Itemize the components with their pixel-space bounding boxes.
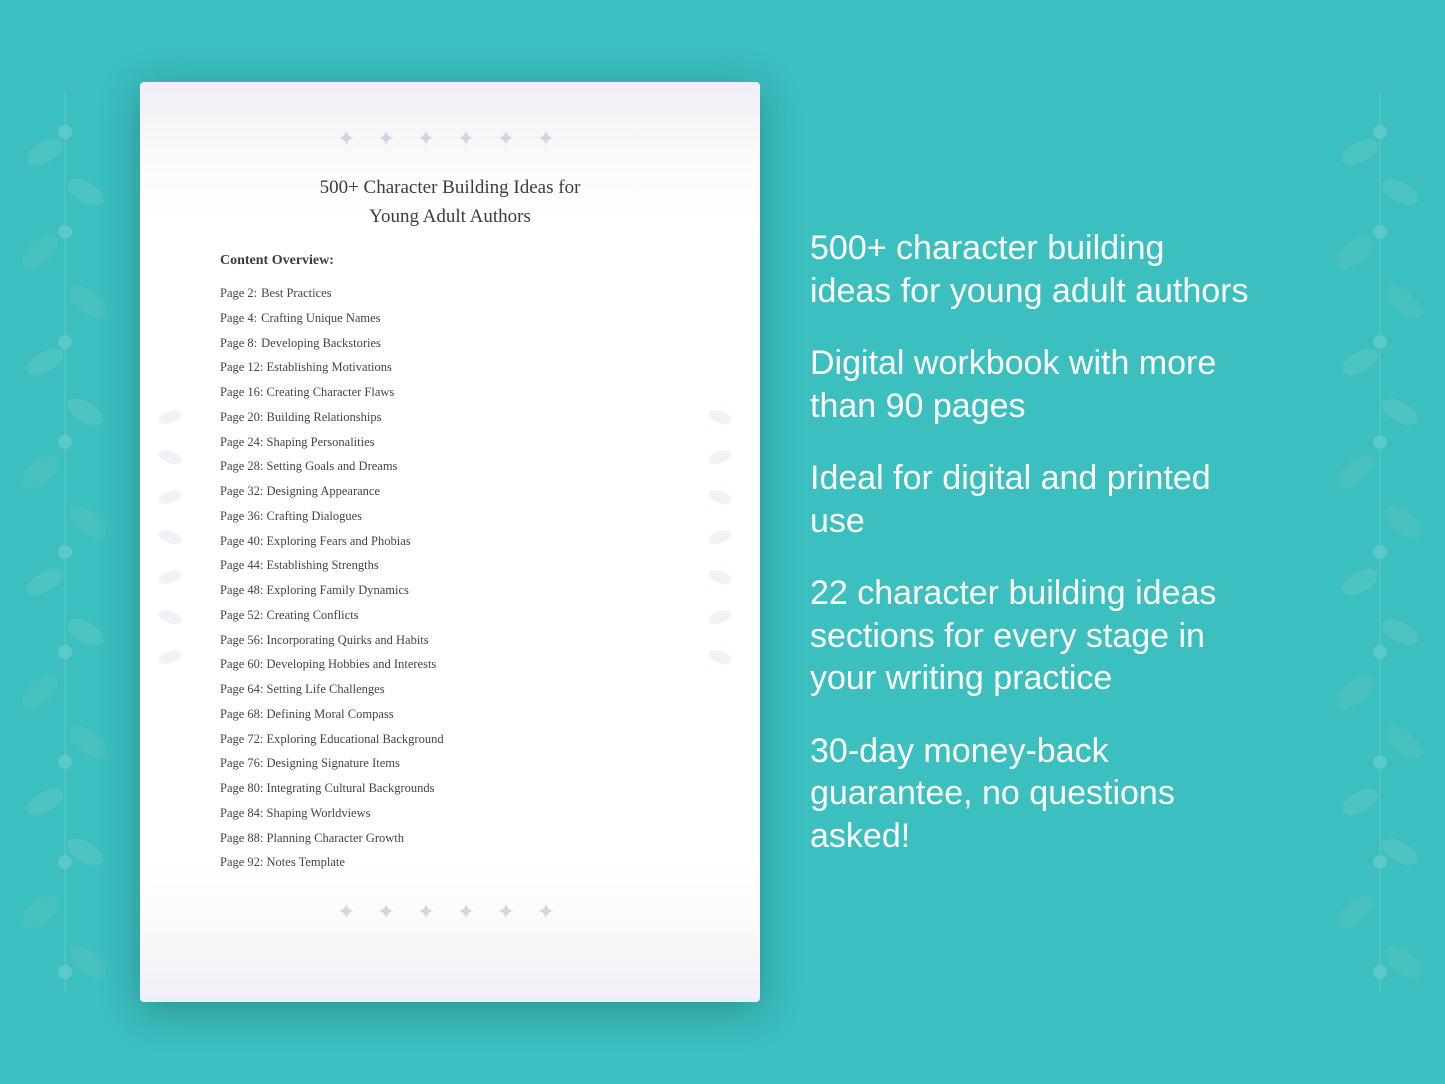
toc-item: Page 56: Incorporating Quirks and Habits: [220, 628, 680, 653]
right-side-ornament: [700, 387, 750, 697]
toc-item: Page 28: Setting Goals and Dreams: [220, 454, 680, 479]
toc-item: Page 72: Exploring Educational Backgroun…: [220, 727, 680, 752]
toc-item: Page 8: Developing Backstories: [220, 331, 680, 356]
content-overview-label: Content Overview:: [220, 253, 680, 269]
toc-item: Page 84: Shaping Worldviews: [220, 801, 680, 826]
feature-item-5: 30-day money-back guarantee, no question…: [810, 730, 1255, 858]
toc-item: Page 40: Exploring Fears and Phobias: [220, 529, 680, 554]
toc-item: Page 36: Crafting Dialogues: [220, 504, 680, 529]
top-ornament: ✦ ✦ ✦ ✦ ✦ ✦: [220, 122, 680, 156]
toc-item: Page 76: Designing Signature Items: [220, 751, 680, 776]
toc-item: Page 32: Designing Appearance: [220, 479, 680, 504]
toc-item: Page 12: Establishing Motivations: [220, 355, 680, 380]
toc-item: Page 88: Planning Character Growth: [220, 826, 680, 851]
toc-item: Page 16: Creating Character Flaws: [220, 380, 680, 405]
table-of-contents: Page 2: Best PracticesPage 4: Crafting U…: [220, 281, 680, 875]
toc-item: Page 52: Creating Conflicts: [220, 603, 680, 628]
toc-item: Page 44: Establishing Strengths: [220, 553, 680, 578]
toc-item: Page 60: Developing Hobbies and Interest…: [220, 652, 680, 677]
left-side-ornament: [150, 387, 200, 697]
document-title: 500+ Character Building Ideas for Young …: [220, 174, 680, 231]
features-panel: 500+ character building ideas for young …: [760, 197, 1315, 887]
toc-item: Page 92: Notes Template: [220, 850, 680, 875]
toc-item: Page 24: Shaping Personalities: [220, 430, 680, 455]
feature-item-3: Ideal for digital and printed use: [810, 457, 1255, 542]
toc-item: Page 4: Crafting Unique Names: [220, 306, 680, 331]
toc-item: Page 80: Integrating Cultural Background…: [220, 776, 680, 801]
floral-right-decoration: [1315, 0, 1445, 1084]
toc-item: Page 20: Building Relationships: [220, 405, 680, 430]
document-page: ✦ ✦ ✦ ✦ ✦ ✦: [140, 82, 760, 1002]
toc-item: Page 64: Setting Life Challenges: [220, 677, 680, 702]
feature-item-4: 22 character building ideas sections for…: [810, 572, 1255, 700]
toc-item: Page 48: Exploring Family Dynamics: [220, 578, 680, 603]
toc-item: Page 68: Defining Moral Compass: [220, 702, 680, 727]
document-wrapper: ✦ ✦ ✦ ✦ ✦ ✦: [140, 82, 760, 1002]
bottom-ornament: ✦ ✦ ✦ ✦ ✦ ✦: [220, 895, 680, 929]
floral-left-decoration: [0, 0, 130, 1084]
feature-item-1: 500+ character building ideas for young …: [810, 227, 1255, 312]
toc-item: Page 2: Best Practices: [220, 281, 680, 306]
feature-item-2: Digital workbook with more than 90 pages: [810, 342, 1255, 427]
